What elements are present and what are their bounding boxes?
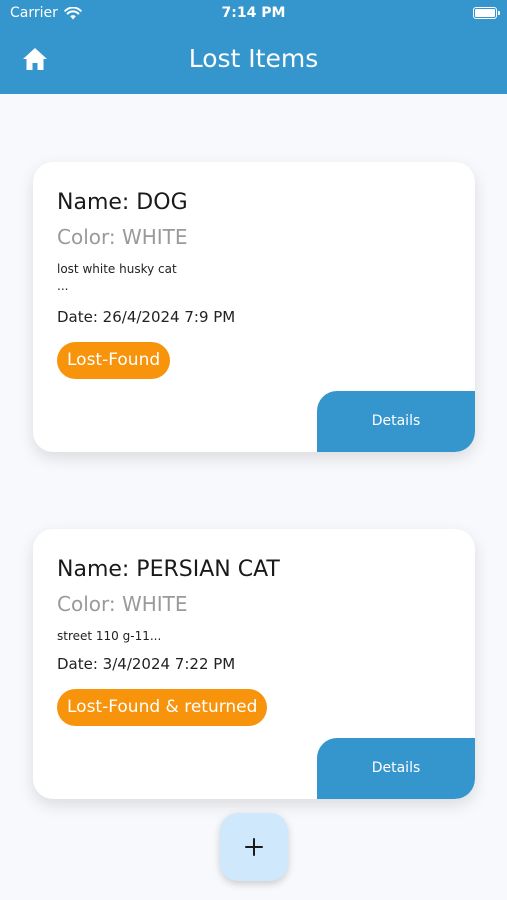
status-badge: Lost-Found & returned (57, 689, 268, 726)
item-date: Date: 3/4/2024 7:22 PM (57, 655, 236, 673)
status-badge: Lost-Found (57, 342, 171, 379)
status-bar: Carrier 7:14 PM (0, 0, 507, 28)
item-card: Name: PERSIAN CAT Color: WHITE street 11… (33, 529, 475, 799)
item-date: Date: 26/4/2024 7:9 PM (57, 308, 236, 326)
status-time: 7:14 PM (221, 5, 286, 21)
item-color: Color: WHITE (57, 225, 188, 249)
details-button[interactable]: Details (317, 391, 475, 452)
item-card: Name: DOG Color: WHITE lost white husky … (33, 162, 475, 452)
item-name: Name: DOG (57, 190, 188, 215)
page-title: Lost Items (188, 44, 319, 73)
battery-icon (473, 7, 500, 19)
item-description: street 110 g-11... (57, 629, 162, 643)
item-color: Color: WHITE (57, 592, 188, 616)
add-item-button[interactable] (220, 813, 288, 881)
app-bar: Carrier 7:14 PM Lost Items (0, 0, 507, 94)
details-button[interactable]: Details (317, 738, 475, 799)
item-description: lost white husky cat ... (57, 262, 177, 293)
item-name: Name: PERSIAN CAT (57, 557, 280, 582)
plus-icon (245, 838, 263, 856)
